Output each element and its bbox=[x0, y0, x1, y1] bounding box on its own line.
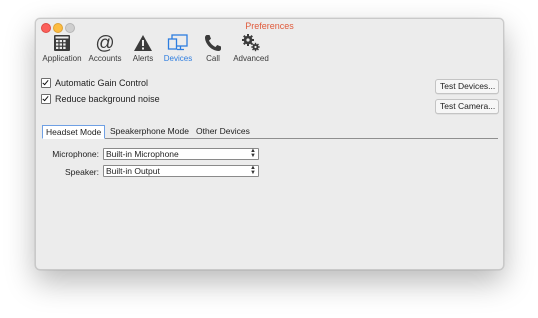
toolbar-item-label: Advanced bbox=[233, 54, 269, 63]
agc-checkbox[interactable] bbox=[41, 78, 51, 88]
mode-tabs: Headset Mode Speakerphone Mode Other Dev… bbox=[42, 125, 498, 139]
svg-text:@: @ bbox=[95, 33, 114, 53]
speaker-value: Built-in Output bbox=[106, 166, 160, 176]
noise-reduction-checkbox[interactable] bbox=[41, 94, 51, 104]
toolbar-item-devices[interactable]: Devices bbox=[162, 33, 194, 63]
toolbar-item-label: Call bbox=[206, 54, 220, 63]
gears-icon bbox=[242, 34, 260, 52]
tab-headset-mode[interactable]: Headset Mode bbox=[42, 125, 106, 139]
toolbar-item-advanced[interactable]: Advanced bbox=[232, 33, 270, 63]
select-stepper-icon: ▲ ▼ bbox=[250, 148, 256, 159]
toolbar-item-label: Accounts bbox=[88, 54, 122, 63]
application-grid-icon bbox=[54, 35, 70, 51]
tab-speakerphone-mode[interactable]: Speakerphone Mode bbox=[107, 125, 192, 138]
toolbar-item-label: Application bbox=[42, 54, 82, 63]
microphone-value: Built-in Microphone bbox=[106, 149, 179, 159]
noise-reduction-option[interactable]: Reduce background noise bbox=[41, 93, 160, 105]
toolbar-item-label: Alerts bbox=[132, 54, 154, 63]
toolbar-item-application[interactable]: Application bbox=[41, 33, 83, 63]
toolbar-item-label: Devices bbox=[163, 54, 193, 63]
tab-other-devices[interactable]: Other Devices bbox=[193, 125, 253, 138]
devices-icon bbox=[167, 34, 188, 51]
agc-label: Automatic Gain Control bbox=[55, 78, 149, 88]
preferences-toolbar: Application @ Accounts Alerts Devices Ca… bbox=[36, 33, 503, 69]
microphone-select[interactable]: Built-in Microphone ▲ ▼ bbox=[103, 148, 259, 160]
agc-option[interactable]: Automatic Gain Control bbox=[41, 77, 148, 89]
test-devices-button[interactable]: Test Devices... bbox=[435, 79, 499, 94]
toolbar-item-call[interactable]: Call bbox=[201, 33, 225, 63]
noise-reduction-label: Reduce background noise bbox=[55, 94, 160, 104]
toolbar-item-accounts[interactable]: @ Accounts bbox=[86, 33, 124, 63]
speaker-select[interactable]: Built-in Output ▲ ▼ bbox=[103, 165, 259, 177]
toolbar-item-alerts[interactable]: Alerts bbox=[128, 33, 158, 63]
warning-icon bbox=[134, 35, 152, 51]
preferences-window: Preferences Application @ Accounts Alert… bbox=[35, 18, 504, 270]
select-stepper-icon: ▲ ▼ bbox=[250, 165, 256, 176]
tabs-divider bbox=[42, 138, 498, 139]
microphone-label: Microphone: bbox=[52, 149, 99, 159]
speaker-label: Speaker: bbox=[64, 167, 99, 177]
window-title: Preferences bbox=[245, 21, 294, 31]
at-sign-icon: @ bbox=[95, 33, 114, 53]
test-camera-button[interactable]: Test Camera... bbox=[435, 99, 499, 114]
phone-icon bbox=[205, 35, 221, 51]
